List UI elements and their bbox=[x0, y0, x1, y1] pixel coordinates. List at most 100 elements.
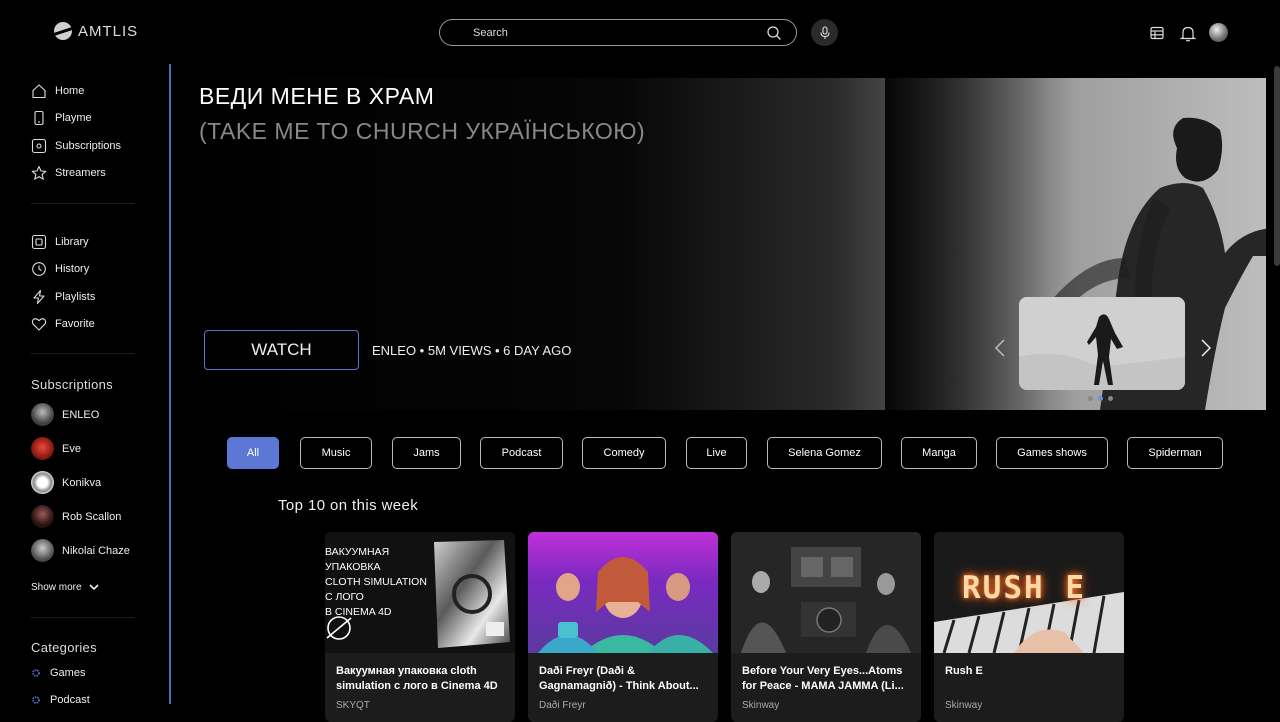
watch-button[interactable]: WATCH bbox=[204, 330, 359, 370]
hero-next-thumbnail[interactable] bbox=[1019, 297, 1185, 390]
avatar bbox=[31, 539, 54, 562]
category-label: Games bbox=[50, 667, 86, 679]
categories-heading: Categories bbox=[31, 640, 97, 655]
top10-heading: Top 10 on this week bbox=[278, 497, 419, 514]
sidebar-item-home[interactable]: Home bbox=[31, 82, 84, 100]
subscription-name: Nikolai Chaze bbox=[62, 544, 130, 557]
home-icon bbox=[31, 83, 47, 99]
avatar bbox=[31, 471, 54, 494]
video-card[interactable]: Before Your Very Eyes...Atoms for Peace … bbox=[731, 532, 921, 722]
chip-podcast[interactable]: Podcast bbox=[480, 437, 563, 469]
video-card[interactable]: Daði Freyr (Daði & Gagnamagnið) - Think … bbox=[528, 532, 718, 722]
subscription-name: Rob Scallon bbox=[62, 510, 122, 523]
avatar bbox=[31, 505, 54, 528]
category-item-games[interactable]: Games bbox=[31, 664, 85, 682]
chip-manga[interactable]: Manga bbox=[901, 437, 977, 469]
subscription-item-nikolai-chaze[interactable]: Nikolai Chaze bbox=[31, 539, 130, 562]
category-item-podcast[interactable]: Podcast bbox=[31, 691, 90, 709]
search-input[interactable]: Search bbox=[473, 27, 508, 39]
chevron-down-icon bbox=[89, 584, 99, 591]
sidebar-divider bbox=[31, 617, 135, 618]
sidebar-item-history[interactable]: History bbox=[31, 260, 89, 278]
globe-logo-icon bbox=[326, 616, 352, 640]
sidebar-divider bbox=[31, 203, 135, 204]
channel-name[interactable]: SKYQT bbox=[336, 700, 370, 711]
hero-title: ВЕДИ МЕНЕ В ХРАМ bbox=[199, 83, 435, 109]
create-button[interactable] bbox=[1147, 23, 1167, 43]
chip-selena-gomez[interactable]: Selena Gomez bbox=[767, 437, 882, 469]
video-thumbnail: ВАКУУМНАЯ УПАКОВКА CLOTH SIMULATION С ЛО… bbox=[325, 532, 515, 653]
chip-jams[interactable]: Jams bbox=[392, 437, 461, 469]
hero-prev-arrow-icon[interactable] bbox=[993, 337, 1007, 359]
sidebar-item-streamers[interactable]: Streamers bbox=[31, 164, 106, 182]
carousel-dot[interactable] bbox=[1108, 396, 1113, 401]
subscription-name: Eve bbox=[62, 442, 81, 455]
sidebar-item-label: Streamers bbox=[55, 167, 106, 179]
chip-spiderman[interactable]: Spiderman bbox=[1127, 437, 1223, 469]
sidebar-item-label: Library bbox=[55, 236, 89, 248]
video-thumbnail bbox=[731, 532, 921, 653]
sidebar-item-subscriptions[interactable]: Subscriptions bbox=[31, 137, 121, 155]
heart-icon bbox=[31, 316, 47, 332]
video-title[interactable]: Daði Freyr (Daði & Gagnamagnið) - Think … bbox=[539, 664, 709, 694]
notifications-button[interactable] bbox=[1178, 23, 1198, 43]
sidebar-item-library[interactable]: Library bbox=[31, 233, 89, 251]
star-icon bbox=[31, 165, 47, 181]
channel-name[interactable]: Daði Freyr bbox=[539, 700, 586, 711]
avatar bbox=[31, 437, 54, 460]
sidebar-item-playme[interactable]: Playme bbox=[31, 109, 92, 127]
chip-games-shows[interactable]: Games shows bbox=[996, 437, 1108, 469]
chip-all[interactable]: All bbox=[227, 437, 279, 469]
thumbnail-text: ВАКУУМНАЯ УПАКОВКА CLOTH SIMULATION С ЛО… bbox=[325, 546, 427, 618]
subscriptions-icon bbox=[31, 138, 47, 154]
show-more-label: Show more bbox=[31, 581, 82, 593]
subscription-item-rob-scallon[interactable]: Rob Scallon bbox=[31, 505, 121, 528]
logo-icon bbox=[54, 22, 72, 40]
page-scrollbar[interactable] bbox=[1274, 66, 1280, 266]
gear-icon bbox=[31, 695, 41, 705]
carousel-dot[interactable] bbox=[1088, 396, 1093, 401]
chip-live[interactable]: Live bbox=[686, 437, 747, 469]
video-title[interactable]: Before Your Very Eyes...Atoms for Peace … bbox=[742, 664, 912, 694]
user-avatar[interactable] bbox=[1209, 23, 1228, 42]
chip-comedy[interactable]: Comedy bbox=[582, 437, 666, 469]
channel-name[interactable]: Skinway bbox=[742, 700, 779, 711]
sidebar-scrollbar[interactable] bbox=[169, 64, 171, 704]
bell-icon bbox=[1180, 26, 1196, 41]
gear-icon bbox=[31, 668, 41, 678]
video-card[interactable]: ВАКУУМНАЯ УПАКОВКА CLOTH SIMULATION С ЛО… bbox=[325, 532, 515, 722]
clock-icon bbox=[31, 261, 47, 277]
app-logo[interactable]: AMTLIS bbox=[54, 22, 138, 40]
subscription-item-enleo[interactable]: ENLEO bbox=[31, 403, 99, 426]
search-icon[interactable] bbox=[766, 25, 782, 46]
subscriptions-heading: Subscriptions bbox=[31, 377, 113, 392]
carousel-dot-active[interactable] bbox=[1098, 396, 1103, 401]
hero-next-arrow-icon[interactable] bbox=[1199, 337, 1213, 359]
subscription-item-konikva[interactable]: Konikva bbox=[31, 471, 101, 494]
sidebar-item-favorite[interactable]: Favorite bbox=[31, 315, 95, 333]
hero-subtitle: (TAKE ME TO CHURCH УКРАЇНСЬКОЮ) bbox=[199, 118, 646, 144]
lightning-icon bbox=[31, 289, 47, 305]
video-title[interactable]: Rush E bbox=[945, 664, 1115, 679]
phone-icon bbox=[31, 110, 47, 126]
sidebar-item-label: Subscriptions bbox=[55, 140, 122, 152]
sidebar-item-playlists[interactable]: Playlists bbox=[31, 288, 95, 306]
carousel-dots[interactable] bbox=[1088, 396, 1113, 401]
video-thumbnail bbox=[528, 532, 718, 653]
video-title[interactable]: Вакуумная упаковка cloth simulation с ло… bbox=[336, 664, 506, 694]
logo-text: AMTLIS bbox=[78, 22, 139, 40]
category-label: Podcast bbox=[50, 694, 90, 706]
sidebar-item-label: Home bbox=[55, 85, 85, 97]
voice-search-button[interactable] bbox=[811, 19, 838, 46]
search-bar[interactable]: Search bbox=[439, 19, 797, 46]
chip-music[interactable]: Music bbox=[300, 437, 372, 469]
subscription-item-eve[interactable]: Eve bbox=[31, 437, 81, 460]
calendar-grid-icon bbox=[1150, 26, 1164, 40]
show-more-button[interactable]: Show more bbox=[31, 578, 100, 596]
avatar bbox=[31, 403, 54, 426]
video-card[interactable]: RUSH E Rush E Skinway bbox=[934, 532, 1124, 722]
hero-meta: ENLEO • 5M VIEWS • 6 DAY AGO bbox=[372, 343, 572, 358]
channel-name[interactable]: Skinway bbox=[945, 700, 982, 711]
studio-session-image bbox=[731, 532, 921, 653]
subscription-name: ENLEO bbox=[62, 408, 100, 421]
